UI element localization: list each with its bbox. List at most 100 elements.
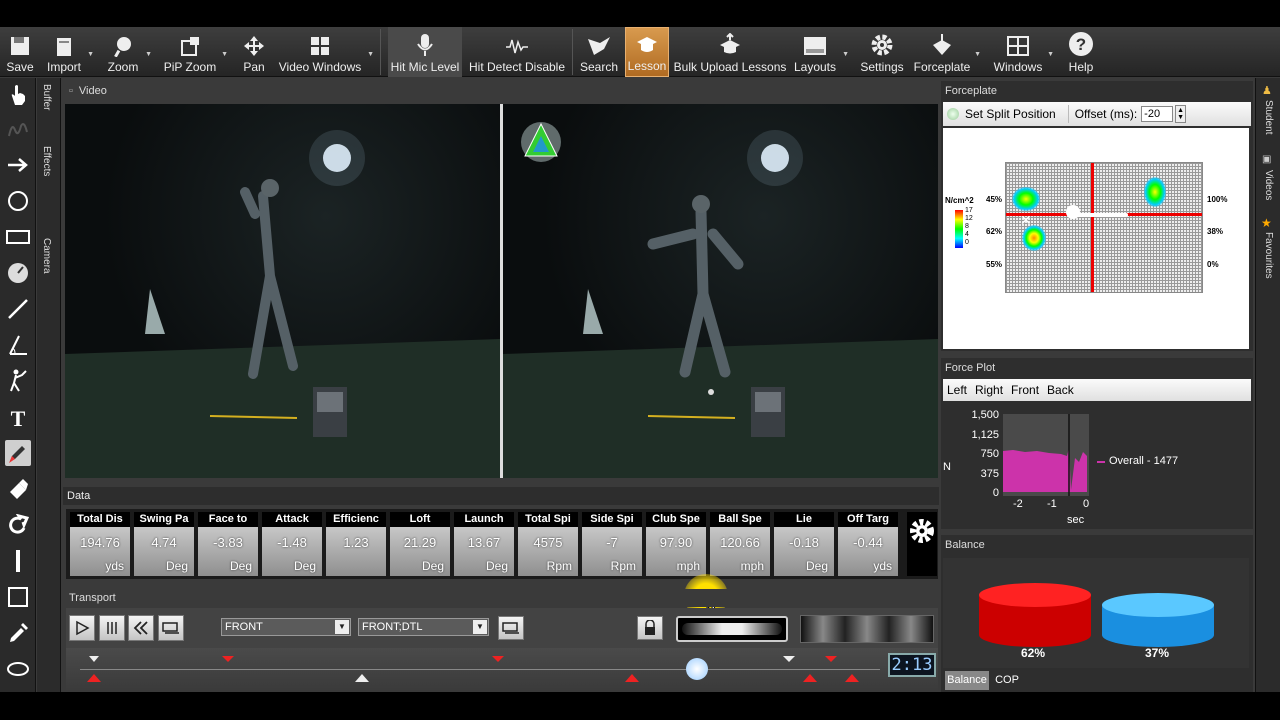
windows-dropdown-icon[interactable]: ▼ <box>1047 51 1054 58</box>
tab-effects[interactable]: Effects <box>41 146 52 176</box>
metric-cell[interactable]: Club Spe 97.90 mph <box>646 512 706 576</box>
search-button[interactable]: Search <box>580 27 618 77</box>
panel-pin-icon[interactable]: ▫ <box>69 85 73 97</box>
import-button[interactable]: Import ▼ <box>44 27 94 77</box>
playhead-handle[interactable] <box>686 658 708 680</box>
layouts-dropdown-icon[interactable]: ▼ <box>842 51 849 58</box>
video-view-left[interactable] <box>65 104 500 478</box>
tab-front[interactable]: Front <box>1011 383 1039 397</box>
text-tool[interactable]: T <box>5 404 31 430</box>
offset-input[interactable] <box>1141 106 1174 122</box>
chevron-down-icon[interactable]: ▼ <box>335 620 349 634</box>
metric-cell[interactable]: Total Spi 4575 Rpm <box>518 512 578 576</box>
metric-unit: Deg <box>421 559 444 573</box>
stopwatch-tool[interactable] <box>5 260 31 286</box>
force-plot-chart[interactable]: 1,500 1,125 750 375 0 N -2 -1 0 sec Over… <box>943 404 1249 527</box>
set-split-position-button[interactable]: Set Split Position <box>965 107 1056 121</box>
tab-balance[interactable]: Balance <box>945 671 989 690</box>
pointer-hand-tool[interactable] <box>5 82 31 108</box>
tab-student[interactable]: Student <box>1263 100 1274 134</box>
tab-favourites[interactable]: Favourites <box>1263 232 1274 279</box>
video-view-right[interactable] <box>503 104 938 478</box>
metric-cell[interactable]: Launch 13.67 Deg <box>454 512 514 576</box>
hit-detect-disable-button[interactable]: Hit Detect Disable <box>469 27 565 77</box>
offset-stepper[interactable]: ▲ ▼ <box>1175 105 1187 123</box>
metric-cell[interactable]: Total Dis 194.76 yds <box>70 512 130 576</box>
ellipse-tool[interactable] <box>5 656 31 682</box>
tab-cop[interactable]: COP <box>991 671 1023 690</box>
play-button[interactable] <box>69 615 95 641</box>
metric-cell[interactable]: Efficienc 1.23 <box>326 512 386 576</box>
tab-camera[interactable]: Camera <box>41 238 52 274</box>
hit-mic-level-button[interactable]: Hit Mic Level <box>388 27 462 77</box>
tab-left[interactable]: Left <box>947 383 967 397</box>
metric-cell[interactable]: Attack -1.48 Deg <box>262 512 322 576</box>
video-windows-dropdown-icon[interactable]: ▼ <box>367 51 374 58</box>
pan-button[interactable]: Pan <box>240 27 268 77</box>
tab-back[interactable]: Back <box>1047 383 1074 397</box>
metric-cell[interactable]: Off Targ -0.44 yds <box>838 512 898 576</box>
rewind-button[interactable] <box>128 615 154 641</box>
metric-cell[interactable]: Face to -3.83 Deg <box>198 512 258 576</box>
microphone-icon <box>417 34 433 56</box>
lesson-button[interactable]: Lesson <box>625 27 669 77</box>
marker-tool[interactable] <box>5 440 31 466</box>
tab-right[interactable]: Right <box>975 383 1003 397</box>
metric-name: Total Spi <box>518 512 578 527</box>
data-settings-button[interactable] <box>907 512 937 576</box>
settings-button[interactable]: Settings <box>859 27 905 77</box>
eyedropper-icon <box>10 623 28 642</box>
forceplate-button[interactable]: Forceplate ▼ <box>913 27 981 77</box>
video-windows-button[interactable]: Video Windows ▼ <box>279 27 374 77</box>
vertical-line-tool[interactable] <box>5 548 31 574</box>
metric-cell[interactable]: Loft 21.29 Deg <box>390 512 450 576</box>
transport-panel-header: Transport <box>63 589 939 607</box>
metric-cell[interactable]: Side Spi -7 Rpm <box>582 512 642 576</box>
circle-tool[interactable] <box>5 188 31 214</box>
settings-label: Settings <box>860 60 904 74</box>
frame-scroll-wheel[interactable] <box>800 615 934 643</box>
pip-zoom-dropdown-icon[interactable]: ▼ <box>221 51 228 58</box>
zoom-dropdown-icon[interactable]: ▼ <box>145 51 152 58</box>
eraser-tool[interactable] <box>5 476 31 502</box>
lock-button[interactable] <box>637 616 663 640</box>
pause-button[interactable] <box>99 615 125 641</box>
jog-shuttle[interactable] <box>676 616 788 642</box>
import-dropdown-icon[interactable]: ▼ <box>87 51 94 58</box>
square-tool[interactable] <box>5 584 31 610</box>
view-select-2[interactable]: FRONT;DTL ▼ <box>358 618 489 636</box>
layouts-icon <box>804 37 826 55</box>
tab-buffer[interactable]: Buffer <box>41 84 52 111</box>
tab-videos[interactable]: Videos <box>1263 170 1274 200</box>
undo-tool[interactable] <box>5 512 31 538</box>
hit-detect-icon <box>506 39 528 54</box>
angle-tool[interactable] <box>5 332 31 358</box>
freehand-tool[interactable] <box>5 117 31 143</box>
windows-button[interactable]: Windows ▼ <box>994 27 1054 77</box>
help-button[interactable]: ? Help <box>1064 27 1098 77</box>
video-panel-header: ▫ Video <box>63 81 939 101</box>
pressure-map-area[interactable]: N/cm^2 17 12 8 4 0 45% 62% 55% ✕ 100% 38… <box>943 128 1249 349</box>
forceplate-dropdown-icon[interactable]: ▼ <box>974 51 981 58</box>
line-tool[interactable] <box>5 296 31 322</box>
pip-zoom-button[interactable]: PiP Zoom ▼ <box>162 27 228 77</box>
golfer-tool[interactable] <box>5 368 31 394</box>
zoom-button[interactable]: Zoom ▼ <box>104 27 152 77</box>
left-balance-pct: 62% <box>1021 646 1046 660</box>
video-panel[interactable] <box>65 104 938 478</box>
arrow-tool[interactable] <box>5 152 31 178</box>
timeline-track[interactable]: 2:13 <box>66 648 938 692</box>
sync-button[interactable] <box>498 616 524 640</box>
layouts-button[interactable]: Layouts ▼ <box>793 27 849 77</box>
save-button[interactable]: Save <box>2 27 38 77</box>
bulk-upload-lessons-button[interactable]: Bulk Upload Lessons <box>674 27 786 77</box>
help-icon: ? <box>1069 32 1093 56</box>
metric-cell[interactable]: Swing Pa 4.74 Deg <box>134 512 194 576</box>
color-picker-tool[interactable] <box>5 620 31 646</box>
metric-cell[interactable]: Lie -0.18 Deg <box>774 512 834 576</box>
chevron-down-icon[interactable]: ▼ <box>473 620 487 634</box>
view-select-1[interactable]: FRONT ▼ <box>221 618 351 636</box>
rectangle-tool[interactable] <box>5 224 31 250</box>
loop-button[interactable] <box>158 615 184 641</box>
metric-cell[interactable]: Ball Spe 120.66 mph <box>710 512 770 576</box>
